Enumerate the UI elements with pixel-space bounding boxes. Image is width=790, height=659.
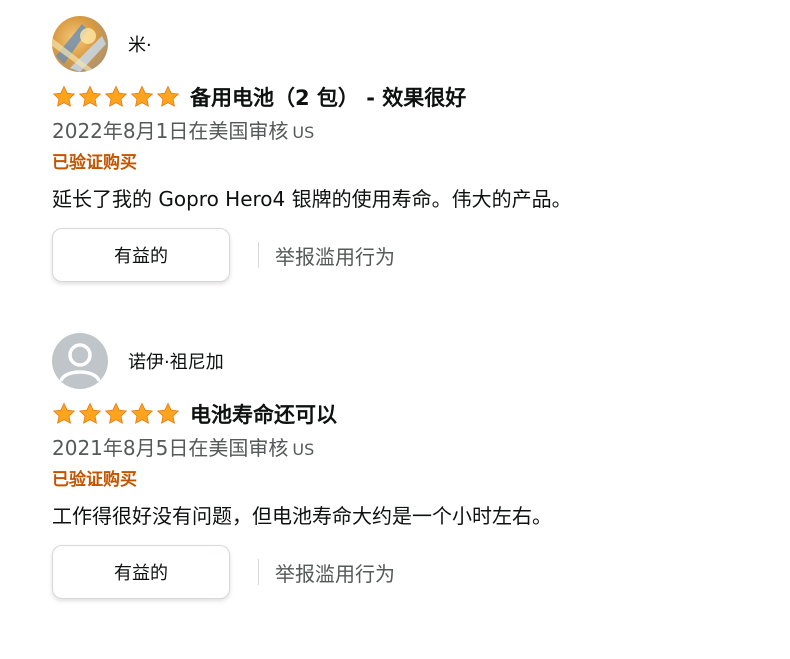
- report-abuse-link[interactable]: 举报滥用行为: [275, 241, 395, 270]
- star-icon: [52, 402, 76, 426]
- reviewer-profile[interactable]: 诺伊·祖尼加: [52, 333, 772, 389]
- review-date-text: 2022年8月1日在美国审核: [52, 119, 289, 143]
- review-card: 诺伊·祖尼加 电池寿命还可以 2021年8月5日在美国审核 US 已验证购买 工作…: [52, 333, 772, 599]
- verified-purchase-badge[interactable]: 已验证购买: [52, 150, 772, 176]
- star-icon: [130, 402, 154, 426]
- review-body: 延长了我的 Gopro Hero4 银牌的使用寿命。伟大的产品。: [52, 187, 572, 211]
- star-icon: [104, 402, 128, 426]
- divider: [258, 559, 259, 585]
- star-icon: [156, 402, 180, 426]
- divider: [258, 242, 259, 268]
- default-avatar-icon: [59, 343, 101, 382]
- review-title[interactable]: 备用电池（2 包） - 效果很好: [190, 82, 466, 112]
- helpful-button[interactable]: 有益的: [52, 545, 230, 599]
- star-icon: [78, 85, 102, 109]
- avatar: [52, 333, 108, 389]
- star-rating[interactable]: [52, 402, 180, 426]
- star-icon: [78, 402, 102, 426]
- verified-purchase-badge[interactable]: 已验证购买: [52, 467, 772, 493]
- review-body: 工作得很好没有问题，但电池寿命大约是一个小时左右。: [52, 504, 552, 528]
- review-date: 2021年8月5日在美国审核 US: [52, 433, 772, 463]
- star-rating[interactable]: [52, 85, 180, 109]
- report-abuse-link[interactable]: 举报滥用行为: [275, 558, 395, 587]
- review-actions: 有益的 举报滥用行为: [52, 545, 772, 599]
- country-code: US: [292, 440, 315, 459]
- review-date: 2022年8月1日在美国审核 US: [52, 116, 772, 146]
- reviewer-name: 诺伊·祖尼加: [128, 352, 224, 373]
- reviewer-name: 米·: [128, 35, 152, 56]
- country-code: US: [292, 123, 315, 142]
- review-date-text: 2021年8月5日在美国审核: [52, 436, 289, 460]
- review-title[interactable]: 电池寿命还可以: [190, 399, 337, 429]
- star-icon: [130, 85, 154, 109]
- review-actions: 有益的 举报滥用行为: [52, 228, 772, 282]
- star-icon: [104, 85, 128, 109]
- helpful-button[interactable]: 有益的: [52, 228, 230, 282]
- avatar: [52, 16, 108, 72]
- star-icon: [52, 85, 76, 109]
- star-icon: [156, 85, 180, 109]
- reviewer-profile[interactable]: 米·: [52, 16, 772, 72]
- review-card: 米· 备用电池（2 包） - 效果很好 2022年8月1日在美国审核 US 已验证…: [52, 16, 772, 282]
- photo-avatar-icon: [52, 24, 106, 72]
